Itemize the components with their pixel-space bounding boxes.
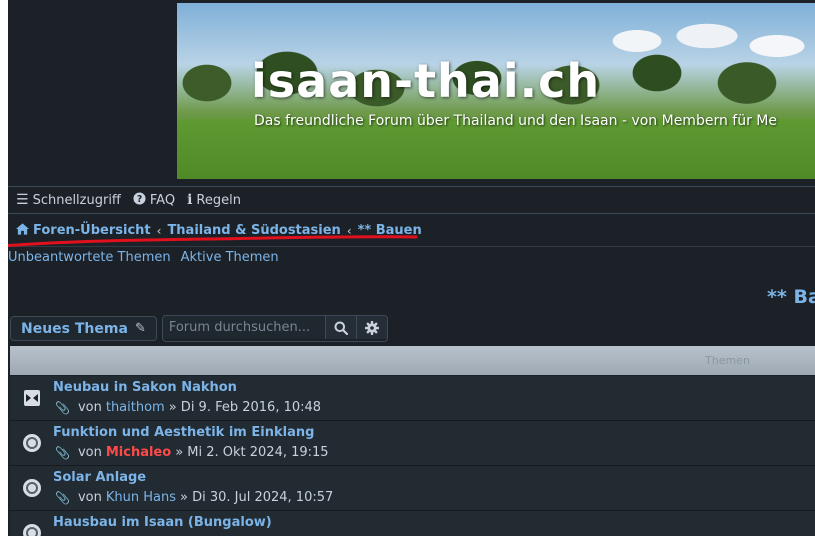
search-button[interactable] [324,316,356,339]
question-icon: ? [133,191,146,209]
paperclip-icon: 📎 [55,490,70,505]
advanced-search-button[interactable] [355,316,387,339]
topic-moved-icon [24,390,40,406]
svg-text:?: ? [137,193,142,204]
search-input[interactable] [162,316,325,339]
breadcrumb-thailand[interactable]: Thailand & Südostasien [167,223,340,238]
nav-rules-label: Regeln [196,192,241,208]
topic-read-icon [23,524,41,536]
topic-by-label: von [77,400,102,415]
topic-title[interactable]: Hausbau im Isaan (Bungalow) [53,515,272,530]
home-icon [16,222,29,239]
chevron-left-icon: ‹ [156,223,162,238]
info-icon: i [187,192,193,208]
topic-meta: 📎 von Khun Hans » Di 30. Jul 2024, 10:57 [55,490,333,505]
topic-date: » Di 30. Jul 2024, 10:57 [179,490,334,505]
breadcrumb-forum-index[interactable]: Foren-Übersicht [16,222,151,239]
topic-by-label: von [77,490,102,505]
paperclip-icon: 📎 [55,445,70,460]
topic-meta: 📎 von thaithom » Di 9. Feb 2016, 10:48 [55,400,321,415]
active-topics-link[interactable]: Aktive Themen [181,250,279,265]
topics-column-label: Themen [705,354,750,367]
search-icon [334,321,348,335]
topic-author[interactable]: Michaleo [106,445,171,460]
navbar: ☰ Schnellzugriff ? FAQ i Regeln [8,186,815,214]
new-topic-label: Neues Thema [21,320,128,337]
pencil-icon: ✎ [134,321,146,336]
topic-read-icon [23,434,41,452]
breadcrumb-bauen[interactable]: ** Bauen [358,223,422,238]
forum-search [161,315,388,342]
list-item: Funktion und Aesthetik im Einklang 📎 von… [10,421,815,466]
topic-by-label: von [77,445,102,460]
nav-rules[interactable]: i Regeln [187,192,241,208]
forum-title[interactable]: ** Ba [767,286,815,308]
topic-date: » Di 9. Feb 2016, 10:48 [168,400,322,415]
nav-faq[interactable]: ? FAQ [133,191,176,209]
breadcrumb-forum-index-label: Foren-Übersicht [33,223,151,238]
new-topic-button[interactable]: Neues Thema ✎ [10,316,157,341]
topic-title[interactable]: Solar Anlage [53,470,146,485]
nav-quick-access[interactable]: ☰ Schnellzugriff [16,192,121,208]
nav-quick-access-label: Schnellzugriff [32,192,121,208]
list-item: Hausbau im Isaan (Bungalow) [10,511,815,536]
quick-links: Unbeantwortete Themen Aktive Themen [8,250,289,265]
list-item: Solar Anlage 📎 von Khun Hans » Di 30. Ju… [10,466,815,511]
topic-date: » Mi 2. Okt 2024, 19:15 [175,445,329,460]
paperclip-icon: 📎 [55,400,70,415]
nav-faq-label: FAQ [149,192,176,208]
breadcrumb: Foren-Übersicht ‹ Thailand & Südostasien… [8,215,815,247]
topic-meta: 📎 von Michaleo » Mi 2. Okt 2024, 19:15 [55,445,329,460]
action-bar: Neues Thema ✎ [10,315,388,342]
topic-author[interactable]: Khun Hans [106,490,176,505]
topic-list-header: Themen [10,346,815,375]
site-description: Das freundliche Forum über Thailand und … [254,113,777,129]
gear-icon [364,320,379,335]
topic-title[interactable]: Neubau in Sakon Nakhon [53,380,237,395]
list-item: Neubau in Sakon Nakhon 📎 von thaithom » … [10,376,815,421]
hamburger-icon: ☰ [16,192,29,208]
forum-page: isaan-thai.ch Das freundliche Forum über… [8,0,815,536]
topic-read-icon [23,479,41,497]
topic-title[interactable]: Funktion und Aesthetik im Einklang [53,425,314,440]
unanswered-topics-link[interactable]: Unbeantwortete Themen [8,250,171,265]
site-title[interactable]: isaan-thai.ch [251,54,600,108]
chevron-left-icon: ‹ [346,223,352,238]
topic-author[interactable]: thaithom [106,400,165,415]
